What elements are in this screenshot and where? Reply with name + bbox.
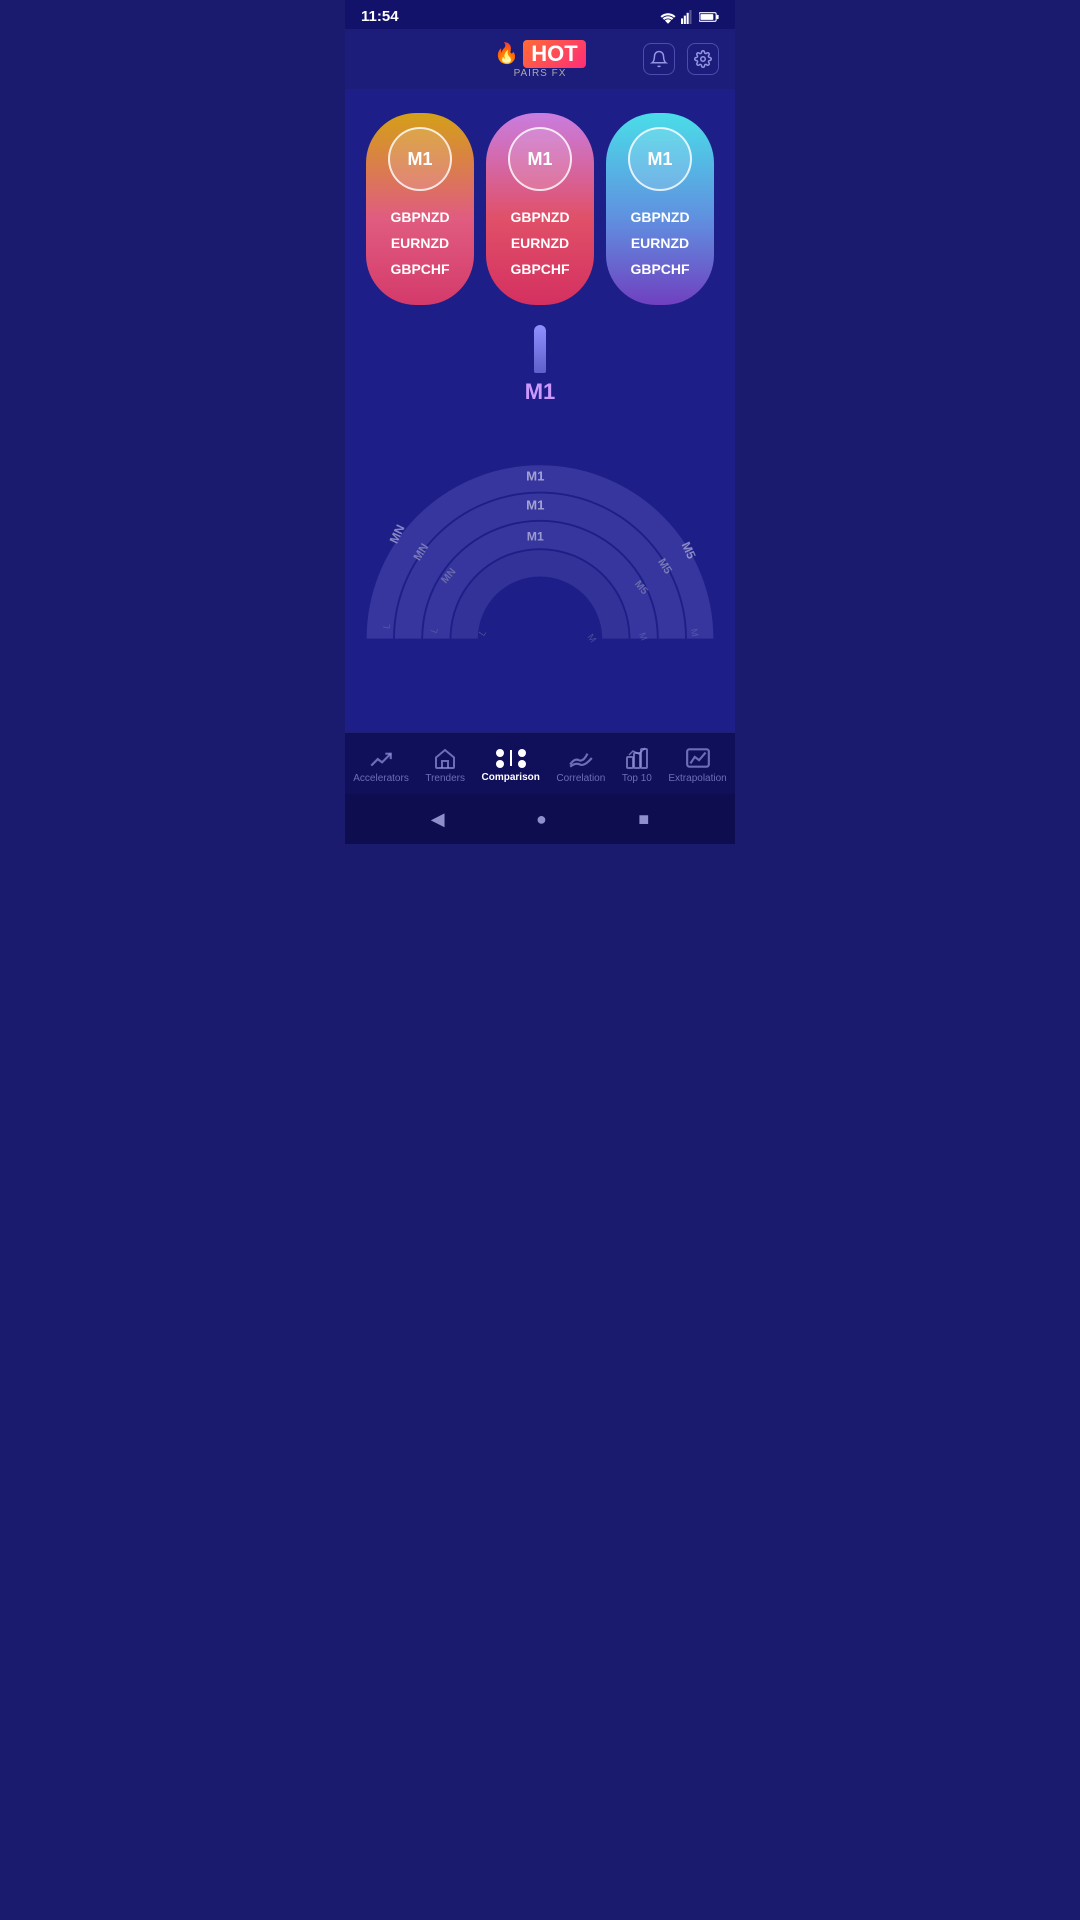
card-2-timeframe: M1 — [527, 149, 552, 170]
signal-icon — [681, 10, 695, 24]
correlation-icon — [568, 747, 594, 769]
card-1-timeframe: M1 — [407, 149, 432, 170]
nav-top10-label: Top 10 — [622, 773, 652, 784]
card-3-pair-2: EURNZD — [631, 235, 689, 251]
header-actions — [643, 43, 719, 75]
nav-accelerators-label: Accelerators — [353, 773, 409, 784]
logo-hot: HOT — [523, 40, 585, 68]
svg-text:M1: M1 — [526, 468, 544, 483]
flame-icon: 🔥 — [494, 41, 519, 66]
status-bar: 11:54 — [345, 0, 735, 29]
card-3[interactable]: M1 GBPNZD EURNZD GBPCHF — [606, 113, 714, 305]
nav-top10[interactable]: Top 10 — [614, 743, 660, 788]
wifi-icon — [659, 10, 677, 24]
nav-trenders-label: Trenders — [425, 773, 465, 784]
system-nav: ◀ ● ■ — [345, 794, 735, 844]
card-3-pair-3: GBPCHF — [630, 261, 689, 277]
nav-comparison-label: Comparison — [482, 772, 540, 783]
card-1-pair-2: EURNZD — [391, 235, 449, 251]
logo-sub: PAIRS FX — [514, 68, 567, 79]
svg-text:L: L — [476, 627, 488, 638]
bottom-nav: Accelerators Trenders — [345, 732, 735, 844]
gear-icon — [694, 50, 712, 68]
card-1-circle: M1 — [388, 127, 452, 191]
nav-correlation[interactable]: Correlation — [548, 743, 613, 788]
svg-text:M1: M1 — [527, 530, 544, 544]
comparison-icon — [496, 749, 526, 768]
card-2-circle: M1 — [508, 127, 572, 191]
nav-extrapolation-label: Extrapolation — [668, 773, 726, 784]
back-button[interactable]: ◀ — [431, 809, 445, 830]
card-3-circle: M1 — [628, 127, 692, 191]
bell-icon — [650, 50, 668, 68]
status-time: 11:54 — [361, 8, 399, 25]
trend-up-icon — [368, 747, 394, 769]
gauge-needle — [534, 325, 546, 373]
notification-button[interactable] — [643, 43, 675, 75]
settings-button[interactable] — [687, 43, 719, 75]
card-3-timeframe: M1 — [647, 149, 672, 170]
cards-row: M1 GBPNZD EURNZD GBPCHF M1 GBPNZD EURNZD… — [361, 113, 719, 305]
nav-extrapolation[interactable]: Extrapolation — [660, 743, 734, 788]
recent-button[interactable]: ■ — [638, 809, 649, 830]
extrapolation-icon — [685, 747, 711, 769]
gauge-svg: MN M1 M5 MN M1 M5 MN M1 M5 L L L M — [361, 415, 719, 655]
nav-trenders[interactable]: Trenders — [417, 743, 473, 788]
nav-comparison[interactable]: Comparison — [474, 745, 548, 787]
home-button[interactable]: ● — [536, 809, 547, 830]
status-icons — [659, 10, 719, 24]
card-2-pair-2: EURNZD — [511, 235, 569, 251]
nav-correlation-label: Correlation — [556, 773, 605, 784]
card-2-pair-3: GBPCHF — [510, 261, 569, 277]
home-icon — [433, 747, 457, 769]
app-logo: 🔥 HOT PAIRS FX — [494, 40, 585, 79]
card-2[interactable]: M1 GBPNZD EURNZD GBPCHF — [486, 113, 594, 305]
gauge-section[interactable]: M1 MN M1 M5 — [361, 325, 719, 655]
svg-text:M1: M1 — [526, 498, 544, 513]
card-2-pair-1: GBPNZD — [510, 209, 569, 225]
top10-icon — [625, 747, 649, 769]
card-1-pair-1: GBPNZD — [390, 209, 449, 225]
card-1-pair-3: GBPCHF — [390, 261, 449, 277]
gauge-arc[interactable]: MN M1 M5 MN M1 M5 MN M1 M5 L L L M — [361, 415, 719, 655]
gauge-center-label: M1 — [525, 379, 556, 405]
main-content: M1 GBPNZD EURNZD GBPCHF M1 GBPNZD EURNZD… — [345, 89, 735, 732]
svg-text:M: M — [585, 632, 599, 645]
battery-icon — [699, 10, 719, 24]
header: 🔥 HOT PAIRS FX — [345, 29, 735, 89]
nav-accelerators[interactable]: Accelerators — [345, 743, 417, 788]
card-1[interactable]: M1 GBPNZD EURNZD GBPCHF — [366, 113, 474, 305]
card-3-pair-1: GBPNZD — [630, 209, 689, 225]
